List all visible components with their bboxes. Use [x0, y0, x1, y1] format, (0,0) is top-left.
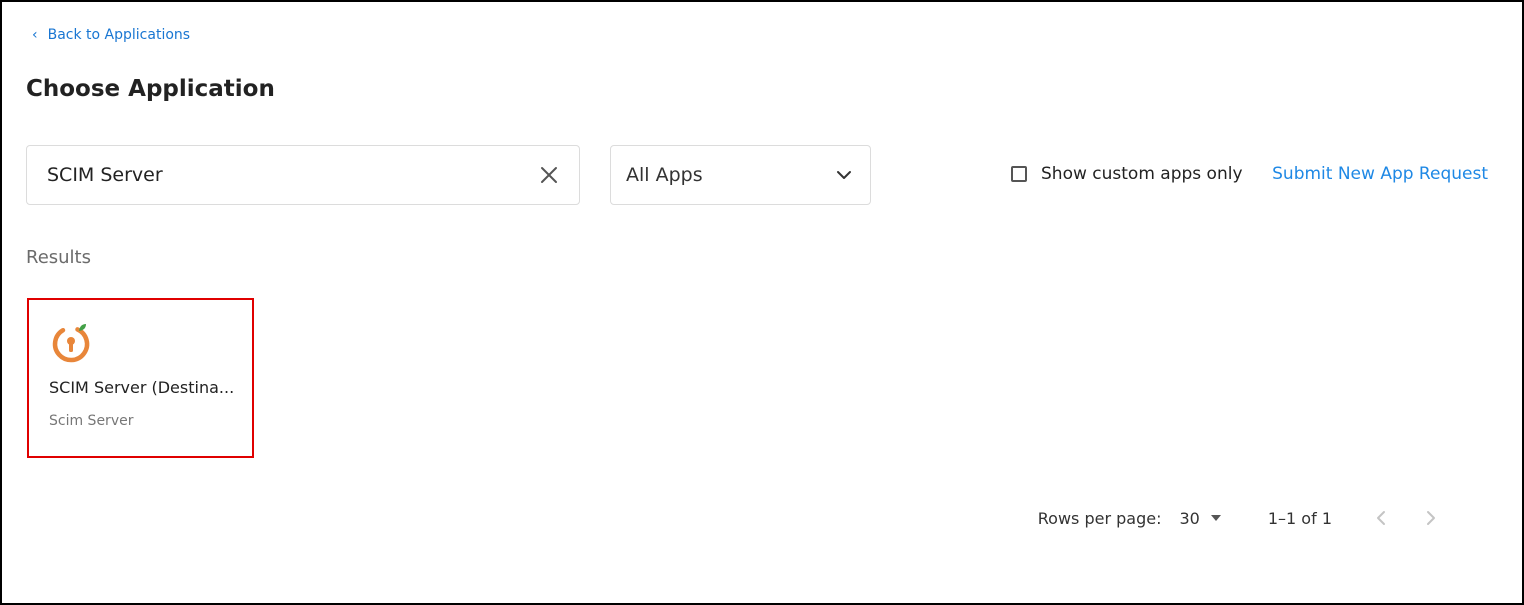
app-card-subtitle: Scim Server: [49, 413, 134, 429]
caret-down-icon: [1210, 515, 1221, 521]
show-custom-apps-toggle[interactable]: Show custom apps only: [1011, 164, 1243, 184]
app-card-name: SCIM Server (Destina...: [49, 378, 235, 397]
back-to-applications-link[interactable]: ‹ Back to Applications: [32, 27, 190, 43]
back-link-label: Back to Applications: [47, 27, 191, 43]
chevron-right-icon: [1427, 511, 1435, 525]
next-page-button[interactable]: [1420, 507, 1442, 529]
app-category-value: All Apps: [626, 164, 703, 186]
chevron-left-icon: [1377, 511, 1385, 525]
custom-apps-checkbox[interactable]: [1011, 166, 1027, 182]
scim-server-logo-icon: [52, 324, 90, 363]
pagination-bar: Rows per page: 30 1–1 of 1: [1038, 507, 1442, 529]
app-card[interactable]: SCIM Server (Destina... Scim Server: [27, 298, 254, 458]
page-title: Choose Application: [26, 76, 275, 102]
chevron-down-icon: [837, 171, 851, 179]
app-category-select[interactable]: All Apps: [610, 145, 871, 205]
rows-per-page-label: Rows per page:: [1037, 508, 1162, 528]
rows-per-page-value: 30: [1179, 508, 1200, 528]
results-heading: Results: [26, 247, 91, 268]
chevron-left-icon: ‹: [32, 27, 38, 43]
previous-page-button[interactable]: [1370, 507, 1392, 529]
search-field[interactable]: [26, 145, 580, 205]
app-frame: ‹ Back to Applications Choose Applicatio…: [0, 0, 1524, 605]
pagination-range: 1–1 of 1: [1267, 508, 1332, 528]
custom-apps-label: Show custom apps only: [1041, 164, 1243, 184]
submit-new-app-request-link[interactable]: Submit New App Request: [1272, 164, 1488, 184]
rows-per-page-select[interactable]: 30: [1180, 509, 1222, 528]
clear-search-button[interactable]: [519, 146, 579, 204]
search-input[interactable]: [27, 146, 519, 204]
close-icon: [541, 167, 557, 183]
